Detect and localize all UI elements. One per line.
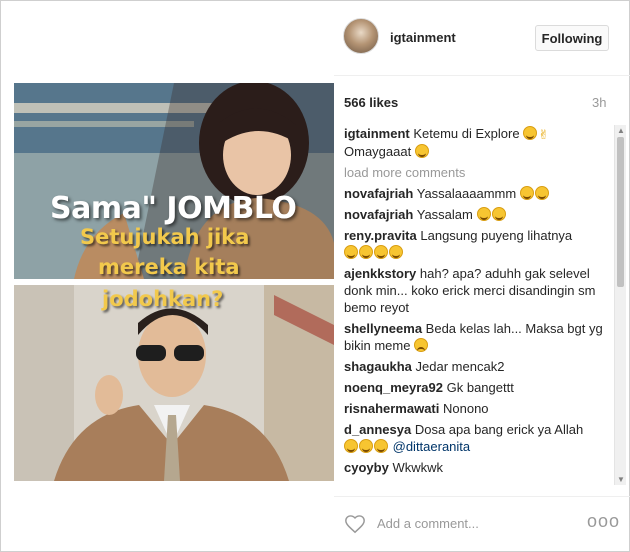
comment-item: shagaukha Jedar mencak2 — [344, 358, 612, 375]
add-comment-input[interactable]: Add a comment... — [377, 516, 479, 531]
laughing-emoji-icon — [359, 245, 373, 259]
scroll-up-icon[interactable]: ▲ — [617, 126, 625, 135]
comment-text: Dosa apa bang erick ya Allah — [414, 422, 584, 437]
comment-item: risnahermawati Nonono — [344, 400, 612, 417]
comment-item: d_annesya Dosa apa bang erick ya Allah @… — [344, 421, 612, 455]
more-options-icon[interactable]: ooo — [587, 511, 620, 532]
post-footer: Add a comment... ooo — [334, 496, 630, 552]
comment-item: cyoyby Wkwkwk — [344, 459, 612, 476]
photo-woman — [14, 83, 334, 279]
caption-comment: igtainment Ketemu di Explore ✌ Omaygaaat — [344, 125, 612, 160]
image-caption-line-2: Setujukah jika — [80, 225, 250, 249]
comment-mention-link[interactable]: @dittaeranita — [393, 439, 471, 454]
laughing-emoji-icon — [344, 439, 358, 453]
comment-text: Jedar mencak2 — [415, 359, 505, 374]
comment-text: Wkwkwk — [392, 460, 443, 475]
comment-item: novafajriah Yassalam — [344, 206, 612, 223]
comment-text: Langsung puyeng lihatnya — [420, 228, 573, 243]
comment-text: Yassalam — [416, 207, 473, 222]
laughing-emoji-icon — [519, 186, 534, 200]
post-time[interactable]: 3h — [592, 95, 606, 110]
image-caption-line-3: mereka kita — [98, 255, 240, 279]
comment-item: reny.pravita Langsung puyeng lihatnya — [344, 227, 612, 261]
header-username[interactable]: igtainment — [390, 30, 456, 45]
comment-username[interactable]: shellyneema — [344, 321, 422, 336]
laughing-emoji-icon — [523, 126, 538, 140]
photo-man — [14, 285, 334, 481]
post-header: igtainment Following — [334, 1, 630, 76]
laughing-emoji-icon — [359, 439, 373, 453]
laughing-emoji-icon — [374, 245, 388, 259]
comment-item: novafajriah Yassalaaaammm — [344, 185, 612, 202]
post-image[interactable]: Sama" JOMBLO Setujukah jika mereka kita … — [14, 83, 334, 481]
comment-username[interactable]: igtainment — [344, 126, 410, 141]
load-more-comments-link[interactable]: load more comments — [344, 164, 612, 181]
comment-username[interactable]: noenq_meyra92 — [344, 380, 443, 395]
laughing-emoji-icon — [491, 207, 506, 221]
comment-text: Ketemu di Explore — [413, 126, 520, 141]
image-caption-line-1: Sama" JOMBLO — [50, 191, 297, 226]
instagram-post-window: Sama" JOMBLO Setujukah jika mereka kita … — [0, 0, 630, 552]
image-caption-line-4: jodohkan? — [102, 287, 224, 311]
peace-hand-emoji-icon: ✌ — [538, 127, 550, 142]
laughing-emoji-icon — [534, 186, 549, 200]
comment-item: shellyneema Beda kelas lah... Maksa bgt … — [344, 320, 612, 354]
smirk-emoji-icon — [414, 144, 429, 158]
scroll-down-icon[interactable]: ▼ — [617, 475, 625, 484]
comments-scrollbar[interactable]: ▲ ▼ — [614, 125, 626, 485]
heart-icon[interactable] — [344, 513, 366, 535]
disappointed-emoji-icon — [414, 338, 429, 352]
comment-username[interactable]: shagaukha — [344, 359, 412, 374]
comment-username[interactable]: novafajriah — [344, 207, 413, 222]
comment-username[interactable]: novafajriah — [344, 186, 413, 201]
comment-item: noenq_meyra92 Gk bangettt — [344, 379, 612, 396]
avatar[interactable] — [343, 18, 379, 54]
following-button[interactable]: Following — [535, 25, 609, 51]
comment-text-2: Omaygaaat — [344, 144, 412, 159]
laughing-emoji-icon — [476, 207, 491, 221]
woman-photo-illustration — [14, 83, 334, 279]
laughing-emoji-icon — [389, 245, 403, 259]
comment-username[interactable]: reny.pravita — [344, 228, 417, 243]
comment-text: Yassalaaaammm — [416, 186, 517, 201]
man-photo-illustration — [14, 285, 334, 481]
comment-username[interactable]: d_annesya — [344, 422, 411, 437]
scroll-thumb[interactable] — [617, 137, 624, 287]
comment-item: ajenkkstory hah? apa? aduhh gak selevel … — [344, 265, 612, 316]
laughing-emoji-icon — [344, 245, 358, 259]
comments-list: igtainment Ketemu di Explore ✌ Omaygaaat… — [344, 125, 612, 489]
comment-username[interactable]: risnahermawati — [344, 401, 439, 416]
comment-text: Nonono — [443, 401, 489, 416]
likes-count[interactable]: 566 likes — [344, 95, 398, 110]
comment-text: Gk bangettt — [446, 380, 514, 395]
comment-username[interactable]: ajenkkstory — [344, 266, 416, 281]
comment-username[interactable]: cyoyby — [344, 460, 389, 475]
laughing-emoji-icon — [374, 439, 388, 453]
